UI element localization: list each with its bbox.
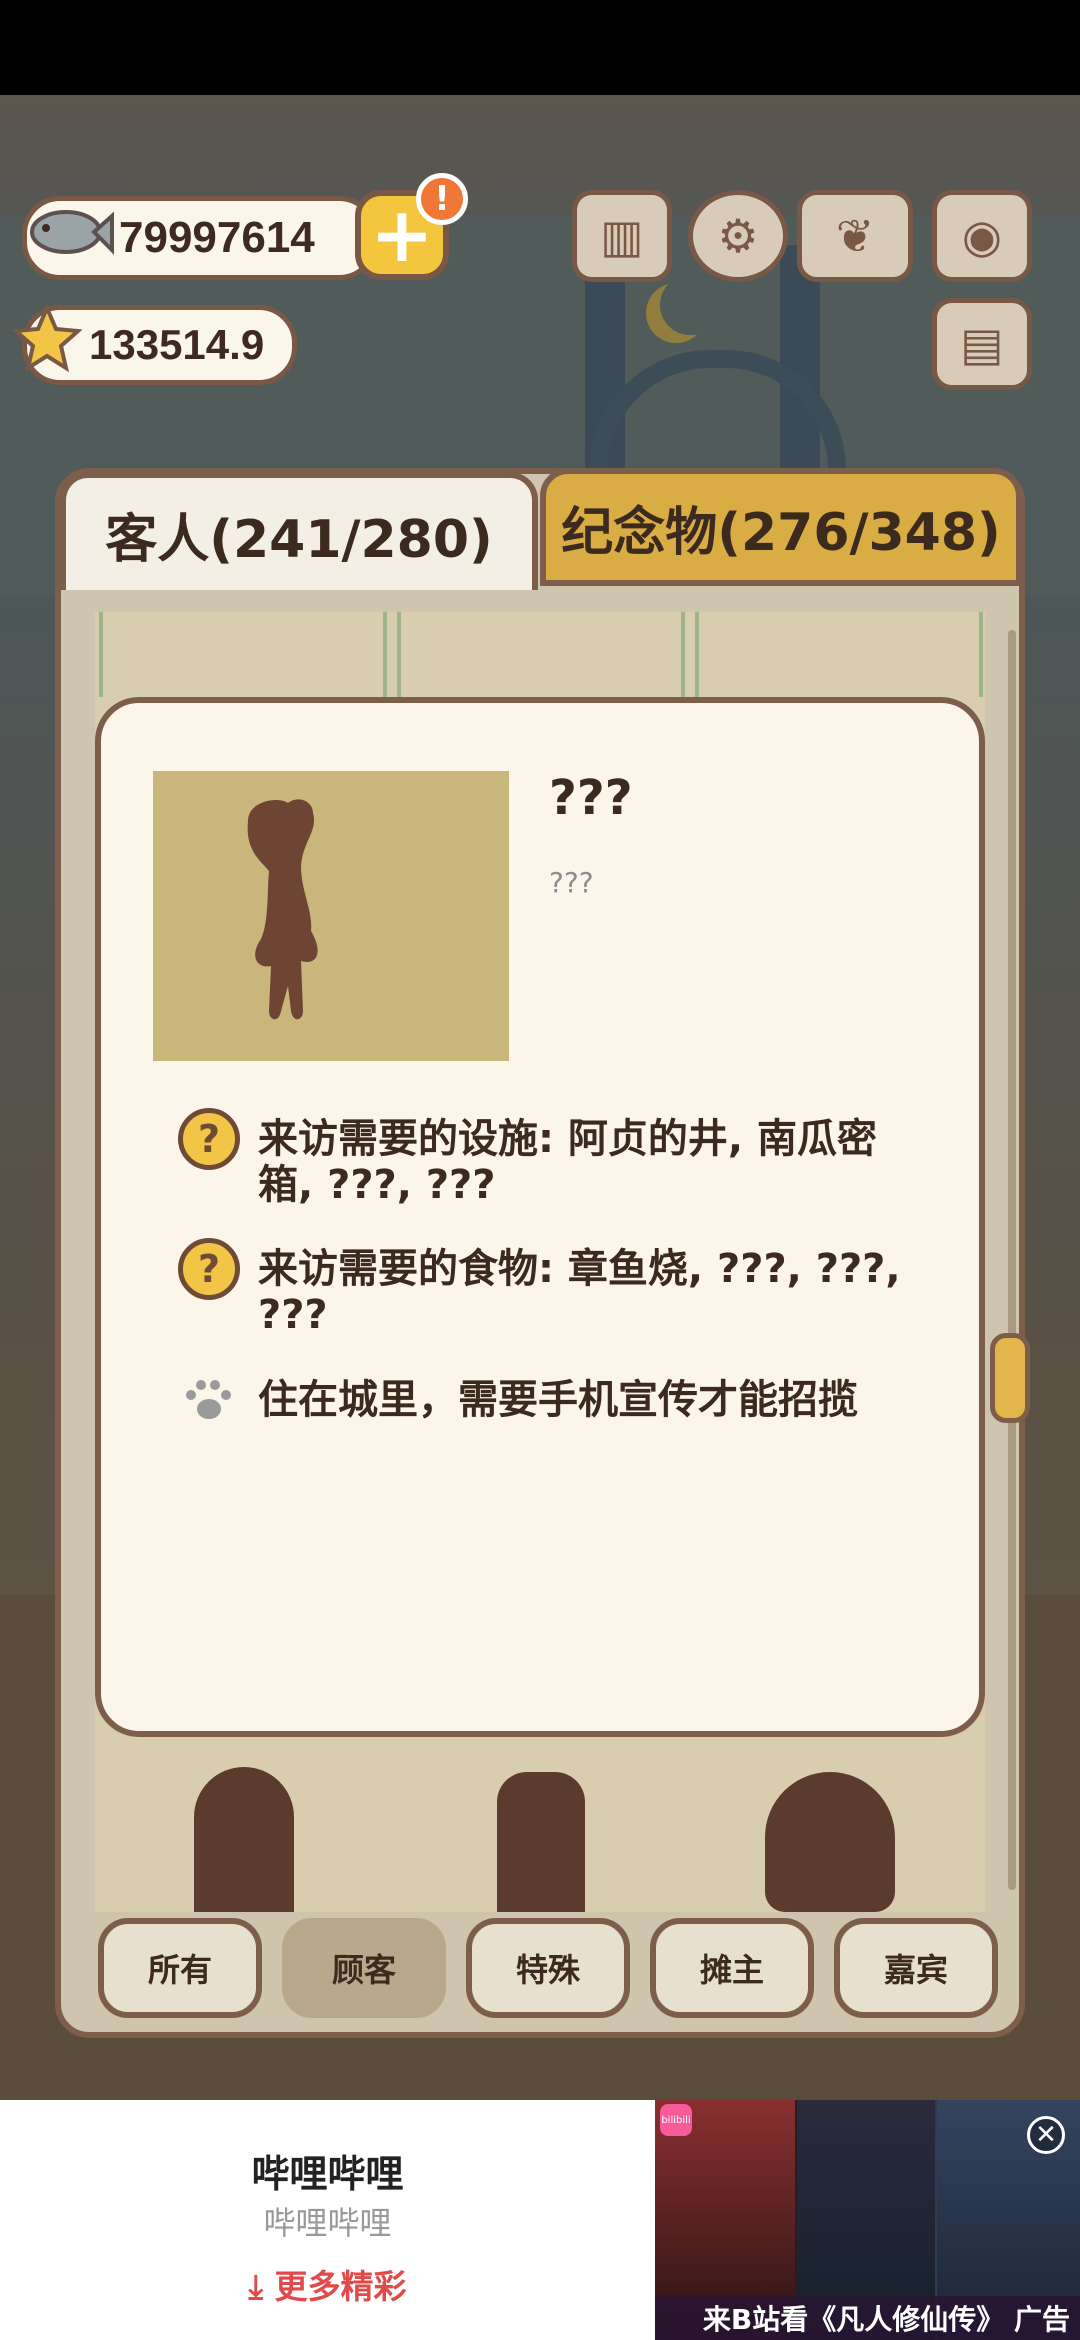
guest-name: ??? (549, 770, 633, 826)
fish-count: 79997614 (119, 213, 315, 262)
ad-cta-label: 更多精彩 (274, 2267, 407, 2306)
status-bar (0, 0, 1080, 95)
guest-card[interactable] (99, 1722, 387, 1912)
guest-silhouette (765, 1772, 895, 1912)
guest-card[interactable] (397, 1722, 685, 1912)
star-count: 133514.9 (89, 321, 265, 368)
question-icon: ? (178, 1238, 240, 1300)
question-icon: ? (178, 1108, 240, 1170)
scroll-handle[interactable] (990, 1333, 1030, 1423)
filter-vendors-button[interactable]: 摊主 (650, 1918, 814, 2018)
tab-guests[interactable]: 客人(241/280) (60, 472, 538, 590)
ad-subtitle: 哔哩哔哩 (263, 2204, 392, 2242)
guest-card[interactable] (99, 612, 387, 697)
category-filter-bar: 所有 顾客 特殊 摊主 嘉宾 (98, 1918, 998, 2018)
paw-book-icon[interactable]: ❦ (797, 190, 913, 282)
guest-card[interactable] (397, 612, 685, 697)
download-arrow-icon: ⤓ (248, 2267, 275, 2306)
guest-card[interactable] (695, 1722, 983, 1912)
guest-silhouette (194, 1767, 294, 1912)
recruit-note: 住在城里，需要手机宣传才能招揽 (258, 1377, 858, 1423)
camera-icon[interactable]: ◉ (932, 190, 1032, 282)
guest-silhouette (497, 1772, 585, 1912)
paw-icon (186, 1380, 231, 1419)
filter-special-button[interactable]: 特殊 (466, 1918, 630, 2018)
guest-portrait (153, 771, 509, 1061)
filter-customers-button[interactable]: 顾客 (282, 1918, 446, 2018)
tab-souvenirs[interactable]: 纪念物(276/348) (540, 468, 1022, 586)
ad-caption: 来B站看《凡人修仙传》 广告 (655, 2296, 1080, 2340)
required-foods: 来访需要的食物: 章鱼烧, ???, ???, ??? (258, 1246, 901, 1338)
settings-gear-icon[interactable]: ⚙ (688, 190, 788, 282)
alert-badge-icon: ! (416, 173, 468, 225)
ad-more-button[interactable]: ⤓ 更多精彩 (0, 2260, 655, 2308)
star-icon (12, 304, 82, 373)
filter-all-button[interactable]: 所有 (98, 1918, 262, 2018)
filter-guests-button[interactable]: 嘉宾 (834, 1918, 998, 2018)
unknown-guest-silhouette (247, 799, 318, 1020)
required-facilities: 来访需要的设施: 阿贞的井, 南瓜密箱, ???, ??? (258, 1116, 878, 1208)
guest-card[interactable] (695, 612, 983, 697)
ranking-icon[interactable]: ▥ (572, 190, 672, 282)
close-icon[interactable]: ✕ (1027, 2116, 1065, 2154)
fish-icon (30, 210, 114, 255)
ad-title[interactable]: 哔哩哔哩 (0, 2143, 655, 2198)
newspaper-icon[interactable]: ▤ (932, 298, 1032, 390)
grid-scrollbar[interactable] (1008, 630, 1016, 1890)
guest-description: ??? (549, 866, 594, 899)
bilibili-logo: bilibili (660, 2104, 692, 2136)
